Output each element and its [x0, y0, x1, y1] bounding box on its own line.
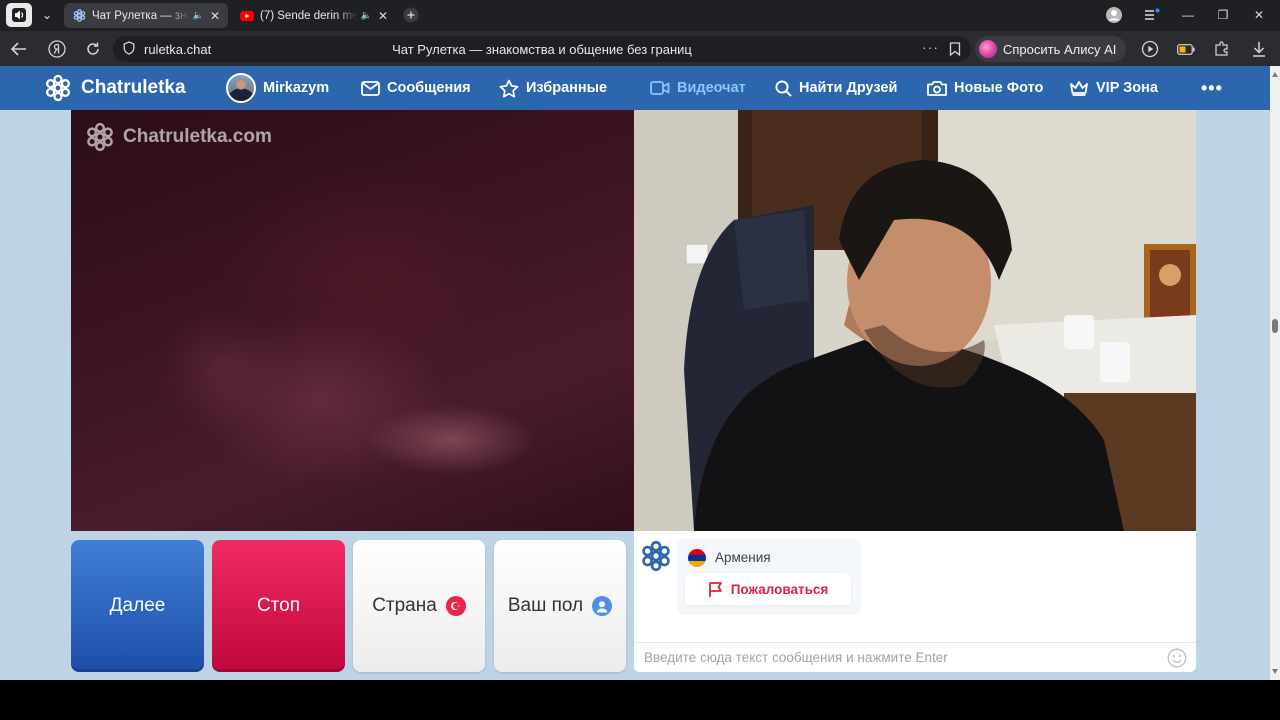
video-popout-icon[interactable] [1138, 37, 1162, 61]
star-icon [499, 79, 519, 97]
stop-button[interactable]: Стоп [212, 540, 345, 672]
ask-alice-label: Спросить Алису AI [1003, 41, 1117, 57]
alice-orb-icon [979, 40, 997, 58]
page-title: Чат Рулетка — знакомства и общение без г… [392, 42, 692, 57]
armenia-flag-icon [688, 549, 706, 567]
minimize-icon[interactable]: — [1175, 4, 1201, 26]
ask-alice-button[interactable]: Спросить Алису AI [975, 36, 1127, 62]
more-dots-icon[interactable]: ··· [922, 39, 939, 55]
back-arrow-icon[interactable] [7, 37, 31, 61]
emoji-smile-icon[interactable] [1167, 648, 1187, 673]
nav-find-friends-label: Найти Друзей [799, 80, 898, 96]
site-security-shield-icon[interactable] [123, 41, 135, 60]
browser-tab-bar: ⌄ Чат Рулетка — знакомства и общение без… [0, 0, 1280, 31]
chat-input[interactable]: Введите сюда текст сообщения и нажмите E… [634, 642, 1196, 672]
nav-find-friends[interactable]: Найти Друзей [775, 66, 897, 110]
watermark-label: Chatruletka.com [123, 126, 272, 147]
tab-title: Чат Рулетка — знакомства и общение без г… [92, 9, 189, 22]
nav-vip-label: VIP Зона [1096, 80, 1158, 96]
chatruletka-logo-icon [87, 122, 113, 152]
site-brand[interactable]: Chatruletka [44, 66, 186, 110]
tab-audio-icon[interactable] [6, 3, 32, 27]
flag-icon [708, 581, 722, 597]
video-camera-icon [650, 81, 670, 95]
more-menu-icon[interactable]: ••• [1201, 66, 1223, 110]
chat-panel: Армения Пожаловаться Введите сюда текст … [634, 531, 1196, 672]
brand-label: Chatruletka [81, 77, 186, 98]
speaker-icon[interactable]: 🔈 [193, 10, 204, 21]
tab-youtube[interactable]: (7) Sende derin menem 🔈 ✕ [232, 3, 396, 28]
nav-favorites-label: Избранные [526, 80, 608, 96]
watermark: Chatruletka.com [85, 122, 272, 152]
envelope-icon [361, 80, 380, 96]
partner-info-card: Армения Пожаловаться [678, 539, 860, 613]
profile-avatar-icon[interactable] [1101, 4, 1127, 26]
yandex-logo-icon[interactable] [45, 37, 69, 61]
turkey-flag-icon [445, 596, 466, 616]
search-icon [775, 79, 792, 97]
person-silhouette-icon [592, 596, 613, 616]
close-window-icon[interactable]: ✕ [1246, 4, 1272, 26]
gender-button-label: Ваш пол [507, 595, 584, 616]
scrollbar-thumb[interactable] [1272, 319, 1278, 333]
chatruletka-logo-icon [45, 74, 71, 102]
report-label: Пожаловаться [730, 581, 829, 597]
bookmark-icon[interactable] [949, 42, 961, 61]
nav-videochat-label: Видеочат [677, 80, 746, 96]
new-tab-plus-icon[interactable] [399, 3, 423, 27]
nav-messages[interactable]: Сообщения [361, 66, 471, 110]
tab-list-chevron-icon[interactable]: ⌄ [34, 3, 60, 27]
own-camera-video [634, 110, 1196, 531]
close-tab-icon[interactable]: ✕ [210, 9, 220, 23]
nav-new-photos[interactable]: Новые Фото [927, 66, 1043, 110]
partner-video: Chatruletka.com [71, 110, 634, 531]
scroll-down-arrow-icon[interactable] [1272, 669, 1278, 674]
download-icon[interactable] [1247, 37, 1271, 61]
youtube-favicon-icon [240, 9, 254, 23]
next-button[interactable]: Далее [71, 540, 204, 672]
chatruletka-favicon-icon [72, 9, 86, 23]
country-button-label: Страна [372, 595, 437, 616]
gender-button[interactable]: Ваш пол [494, 540, 626, 672]
report-button[interactable]: Пожаловаться [685, 573, 851, 605]
partner-country: Армения [715, 550, 771, 565]
nav-vip-zone[interactable]: VIP Зона [1069, 66, 1158, 110]
reload-icon[interactable] [81, 37, 105, 61]
battery-saver-icon[interactable] [1174, 37, 1198, 61]
url-host: ruletka.chat [144, 42, 212, 57]
browser-address-bar: ruletka.chat Чат Рулетка — знакомства и … [0, 31, 1280, 66]
extensions-icon[interactable] [1210, 37, 1234, 61]
camera-icon [927, 81, 947, 96]
avatar [226, 73, 256, 103]
collections-icon[interactable] [1139, 4, 1165, 26]
nav-favorites[interactable]: Избранные [499, 66, 607, 110]
nav-user-label: Mirkazym [263, 80, 330, 96]
close-tab-icon[interactable]: ✕ [378, 9, 388, 23]
nav-messages-label: Сообщения [387, 80, 471, 96]
nav-user-profile[interactable]: Mirkazym [226, 66, 329, 110]
speaker-icon[interactable]: 🔈 [361, 10, 372, 21]
tab-title: (7) Sende derin menem [260, 9, 357, 22]
tab-chatruletka[interactable]: Чат Рулетка — знакомства и общение без г… [64, 3, 228, 28]
scroll-up-arrow-icon[interactable] [1272, 72, 1278, 77]
address-field[interactable]: ruletka.chat Чат Рулетка — знакомства и … [113, 36, 971, 62]
restore-icon[interactable]: ❐ [1210, 4, 1236, 26]
chatruletka-page: Chatruletka Mirkazym Сообщения Избранные… [0, 66, 1270, 680]
chatruletka-logo-icon [640, 540, 672, 577]
nav-new-photos-label: Новые Фото [954, 80, 1044, 96]
country-button[interactable]: Страна [353, 540, 485, 672]
nav-videochat[interactable]: Видеочат [650, 66, 746, 110]
crown-icon [1070, 81, 1088, 96]
camera-scene [634, 110, 1196, 531]
chat-input-placeholder: Введите сюда текст сообщения и нажмите E… [644, 650, 948, 665]
screen-bottom-area [0, 680, 1280, 720]
site-nav-bar: Chatruletka Mirkazym Сообщения Избранные… [0, 66, 1270, 110]
page-scrollbar[interactable] [1270, 66, 1280, 680]
